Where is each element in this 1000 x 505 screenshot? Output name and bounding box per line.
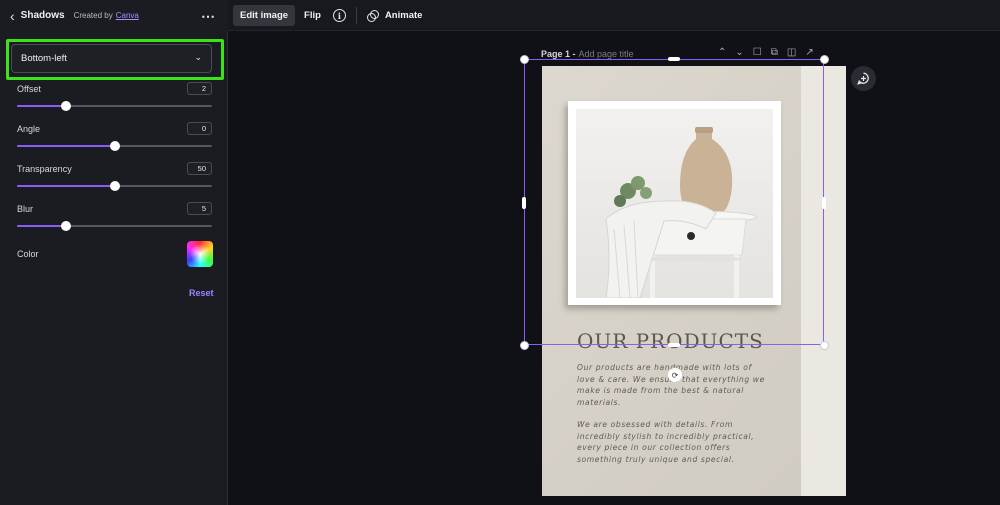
blur-value-input[interactable]: 5	[187, 202, 212, 215]
shadow-position-value: Bottom-left	[21, 53, 67, 64]
resize-handle-bottom-left[interactable]	[520, 341, 529, 350]
resize-handle-left[interactable]	[522, 197, 526, 209]
transparency-slider[interactable]	[17, 181, 212, 191]
offset-label: Offset	[17, 84, 41, 94]
blur-slider[interactable]	[17, 221, 212, 231]
side-table-illustration	[605, 127, 757, 298]
chevron-down-icon: ⌄	[194, 52, 202, 62]
blur-slider-thumb[interactable]	[60, 221, 71, 231]
resize-handle-top-right[interactable]	[820, 55, 829, 64]
rotate-icon[interactable]: ⟳	[668, 368, 682, 382]
comment-icon	[857, 72, 869, 85]
offset-slider-thumb[interactable]	[60, 101, 71, 111]
flip-button[interactable]: Flip	[304, 10, 321, 21]
image-tools: Edit image Flip i Animate	[233, 5, 422, 26]
angle-slider-fill	[17, 145, 115, 147]
page-paragraph-2[interactable]: We are obsessed with details. From incre…	[577, 419, 767, 465]
panel-header: ‹ Shadows Created by Canva ⋯	[0, 0, 228, 31]
resize-handle-top-left[interactable]	[520, 55, 529, 64]
add-comment-button[interactable]	[851, 66, 876, 91]
design-page[interactable]: OUR PRODUCTS Our products are handmade w…	[542, 66, 846, 496]
angle-slider[interactable]	[17, 141, 212, 151]
chevron-up-icon[interactable]: ⌃	[718, 47, 726, 58]
page-headline[interactable]: OUR PRODUCTS	[577, 329, 764, 353]
page-header: Page 1 - Add page title	[541, 49, 634, 59]
animate-label: Animate	[384, 10, 423, 21]
shadow-settings-panel: Bottom-left ⌄ Offset 2 Angle 0 Transpare…	[0, 31, 228, 505]
top-toolbar: ‹ Shadows Created by Canva ⋯ Edit image …	[0, 0, 1000, 31]
color-picker-swatch[interactable]	[187, 241, 213, 267]
transparency-slider-thumb[interactable]	[109, 181, 120, 191]
offset-slider-fill	[17, 105, 66, 107]
edit-image-button[interactable]: Edit image	[233, 5, 296, 26]
page-label: Page 1 -	[541, 49, 576, 59]
add-page-icon[interactable]: ↗	[805, 47, 813, 58]
color-label: Color	[17, 249, 39, 259]
angle-value-input[interactable]: 0	[187, 122, 212, 135]
product-photo-frame[interactable]	[568, 101, 781, 305]
toolbar-divider	[355, 7, 357, 24]
reset-button[interactable]: Reset	[189, 288, 214, 298]
page-title-input[interactable]: Add page title	[579, 49, 634, 59]
created-by-text: Created by	[73, 11, 113, 20]
resize-handle-bottom-right[interactable]	[820, 341, 829, 350]
shadow-position-select[interactable]: Bottom-left ⌄	[11, 44, 212, 73]
animate-icon	[366, 9, 379, 22]
resize-handle-bottom[interactable]	[668, 343, 680, 347]
angle-label: Angle	[17, 124, 41, 134]
offset-slider[interactable]	[17, 101, 212, 111]
offset-value-input[interactable]: 2	[187, 82, 212, 95]
info-icon[interactable]: i	[332, 9, 346, 22]
duplicate-icon[interactable]: ⧉	[771, 47, 778, 58]
trash-icon[interactable]: ◫	[787, 47, 796, 58]
blur-slider-fill	[17, 225, 66, 227]
chevron-left-icon[interactable]: ‹	[10, 8, 15, 24]
product-photo[interactable]	[576, 109, 773, 298]
transparency-value-input[interactable]: 50	[187, 162, 212, 175]
lock-icon[interactable]: ☐	[753, 47, 762, 58]
page-actions: ⌃ ⌄ ☐ ⧉ ◫ ↗	[718, 47, 814, 58]
animate-button[interactable]: Animate	[366, 9, 423, 22]
blur-label: Blur	[17, 204, 34, 214]
resize-handle-top[interactable]	[668, 57, 680, 61]
creator-link[interactable]: Canva	[116, 11, 139, 20]
transparency-label: Transparency	[17, 164, 72, 174]
page-side-stripe	[801, 66, 846, 496]
chevron-down-icon[interactable]: ⌄	[735, 47, 743, 58]
panel-title[interactable]: Shadows	[21, 10, 65, 21]
transparency-slider-fill	[17, 185, 115, 187]
more-horizontal-icon[interactable]: ⋯	[201, 8, 215, 25]
resize-handle-right[interactable]	[822, 197, 826, 209]
angle-slider-thumb[interactable]	[109, 141, 120, 151]
